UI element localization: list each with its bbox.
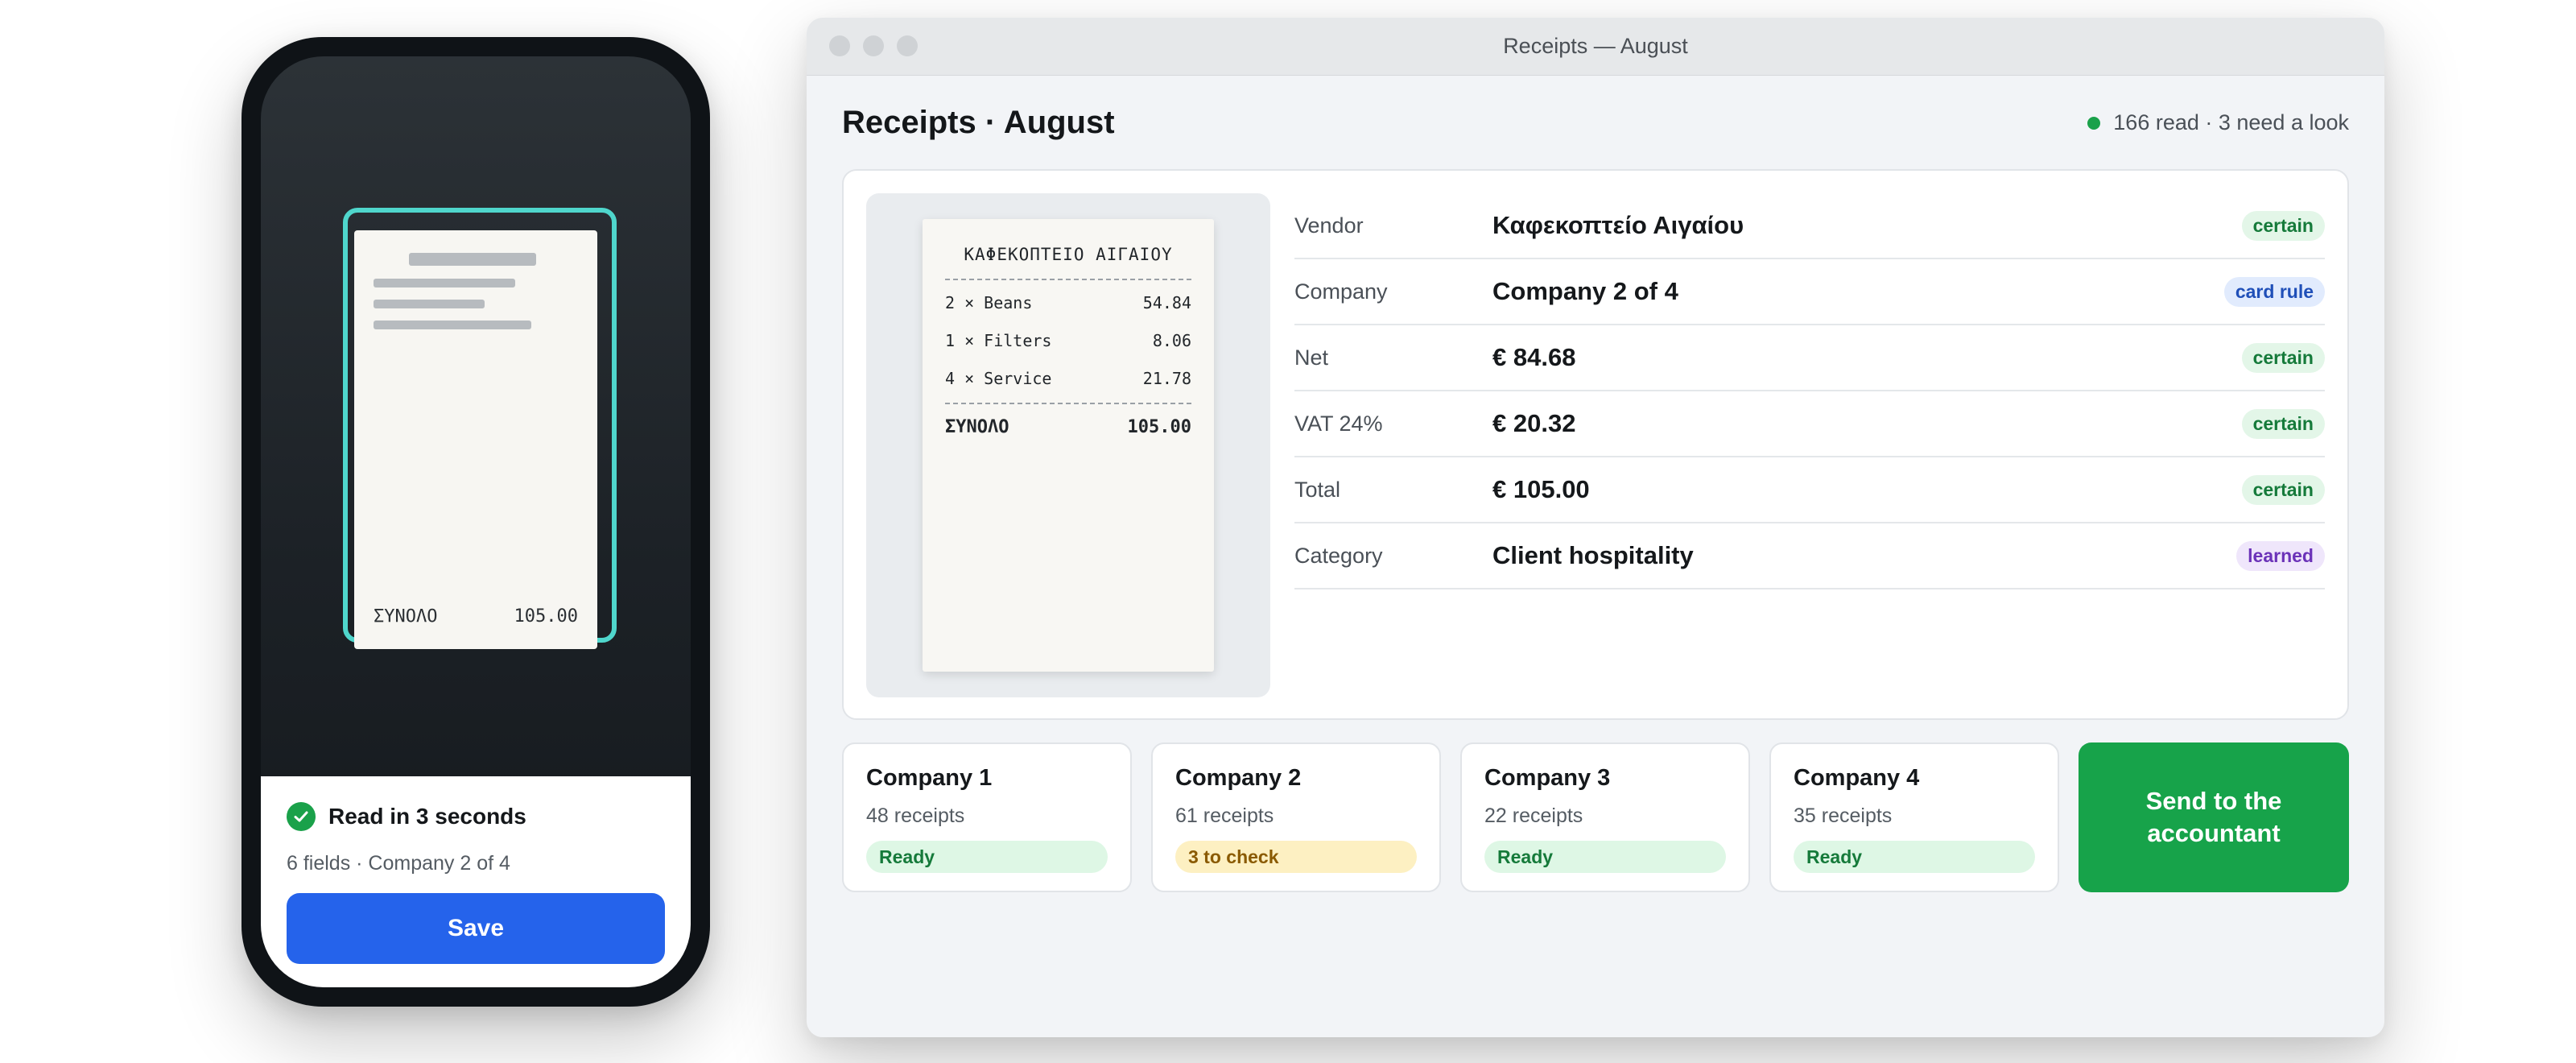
field-label: VAT 24% <box>1294 411 1383 436</box>
receipt-line-item: 4 × Service <box>945 369 1052 388</box>
company-card-4[interactable]: Company 4 35 receipts Ready <box>1769 742 2059 892</box>
field-label: Net <box>1294 345 1329 370</box>
read-status-subtitle: 6 fields · Company 2 of 4 <box>287 852 510 875</box>
maximize-window-button[interactable] <box>897 35 918 56</box>
company-receipt-count: 22 receipts <box>1484 804 1583 827</box>
field-value: € 20.32 <box>1492 409 1576 437</box>
scanned-receipt: ΣΥΝΟΛΟ 105.00 <box>354 230 597 649</box>
receipt-vendor: ΚΑΦΕΚΟΠΤΕΙΟ ΑΙΓΑΙΟΥ <box>964 245 1173 264</box>
page-header: Receipts · August 166 read · 3 need a lo… <box>842 105 2349 141</box>
phone-screen: ΣΥΝΟΛΟ 105.00 Read in 3 seconds 6 fields… <box>261 56 691 987</box>
receipt-text-line <box>374 321 531 329</box>
receipts-window: Receipts — August Receipts · August 166 … <box>807 18 2384 1037</box>
company-status-badge: 3 to check <box>1175 841 1417 873</box>
company-name: Company 2 <box>1175 765 1302 791</box>
confidence-tag: certain <box>2241 342 2325 373</box>
confidence-tag: certain <box>2241 474 2325 505</box>
read-summary-text: 166 read · 3 need a look <box>2113 110 2349 134</box>
save-button[interactable]: Save <box>287 893 665 964</box>
minimize-window-button[interactable] <box>863 35 884 56</box>
extracted-fields: Vendor Καφεκοπτείο Αιγαίου certain Compa… <box>1294 193 2325 589</box>
field-label: Category <box>1294 543 1383 568</box>
field-value: Καφεκοπτείο Αιγαίου <box>1492 211 1744 239</box>
company-name: Company 1 <box>866 765 993 791</box>
window-titlebar: Receipts — August <box>807 18 2384 76</box>
send-to-accountant-button[interactable]: Send to the accountant <box>2079 742 2349 892</box>
field-value: Client hospitality <box>1492 541 1694 569</box>
receipt-divider <box>945 403 1191 404</box>
confidence-tag: certain <box>2241 408 2325 439</box>
receipt-total: ΣΥΝΟΛΟ 105.00 <box>945 417 1191 437</box>
scanned-receipt-total: ΣΥΝΟΛΟ 105.00 <box>374 606 578 627</box>
receipt-text-line <box>374 279 515 287</box>
field-value: € 105.00 <box>1492 475 1590 503</box>
company-status-badge: Ready <box>866 841 1108 873</box>
receipt-lines: 2 × Beans 54.84 1 × Filters 8.06 4 × Ser… <box>945 293 1191 388</box>
window-title: Receipts — August <box>1503 34 1688 58</box>
field-label: Company <box>1294 279 1388 304</box>
company-receipt-count: 35 receipts <box>1794 804 1893 827</box>
receipt-divider <box>945 279 1191 280</box>
receipt-line: 2 × Beans 54.84 <box>945 293 1191 312</box>
field-value: € 84.68 <box>1492 343 1576 371</box>
company-name: Company 4 <box>1794 765 1920 791</box>
close-window-button[interactable] <box>829 35 850 56</box>
scanned-total-value: 105.00 <box>514 606 578 627</box>
company-status-badge: Ready <box>1484 841 1726 873</box>
receipt-detail-card: ΚΑΦΕΚΟΠΤΕΙΟ ΑΙΓΑΙΟΥ 2 × Beans 54.84 1 × … <box>842 169 2349 720</box>
receipt-line: 4 × Service 21.78 <box>945 369 1191 388</box>
field-row-category[interactable]: Category Client hospitality learned <box>1294 523 2325 589</box>
receipt-line-amount: 54.84 <box>1142 293 1191 312</box>
receipt-total-value: 105.00 <box>1127 417 1191 437</box>
phone-mockup: ΣΥΝΟΛΟ 105.00 Read in 3 seconds 6 fields… <box>242 37 710 1007</box>
read-status-title: Read in 3 seconds <box>328 804 526 829</box>
page-title: Receipts · August <box>842 105 1115 140</box>
company-card-3[interactable]: Company 3 22 receipts Ready <box>1460 742 1750 892</box>
receipt-line-amount: 8.06 <box>1152 331 1191 350</box>
scanned-total-label: ΣΥΝΟΛΟ <box>374 606 438 627</box>
company-status-badge: Ready <box>1794 841 2035 873</box>
field-row-total[interactable]: Total € 105.00 certain <box>1294 457 2325 523</box>
company-card-2[interactable]: Company 2 61 receipts 3 to check <box>1151 742 1441 892</box>
field-value: Company 2 of 4 <box>1492 277 1678 305</box>
company-receipt-count: 48 receipts <box>866 804 965 827</box>
check-circle-icon <box>287 802 316 831</box>
field-label: Vendor <box>1294 213 1364 238</box>
result-sheet: Read in 3 seconds 6 fields · Company 2 o… <box>261 776 691 987</box>
company-name: Company 3 <box>1484 765 1611 791</box>
confidence-tag: certain <box>2241 210 2325 241</box>
receipt-line-item: 2 × Beans <box>945 293 1033 312</box>
receipt-line-amount: 21.78 <box>1142 369 1191 388</box>
company-card-1[interactable]: Company 1 48 receipts Ready <box>842 742 1132 892</box>
receipt-line: 1 × Filters 8.06 <box>945 331 1191 350</box>
field-label: Total <box>1294 477 1341 502</box>
receipt-total-label: ΣΥΝΟΛΟ <box>945 417 1009 437</box>
confidence-tag: learned <box>2236 540 2325 571</box>
read-summary: 166 read · 3 need a look <box>2087 110 2349 135</box>
confidence-tag: card rule <box>2223 276 2325 307</box>
field-row-vat[interactable]: VAT 24% € 20.32 certain <box>1294 391 2325 457</box>
receipt-header-line <box>409 253 536 266</box>
field-row-vendor[interactable]: Vendor Καφεκοπτείο Αιγαίου certain <box>1294 193 2325 259</box>
receipt-image: ΚΑΦΕΚΟΠΤΕΙΟ ΑΙΓΑΙΟΥ 2 × Beans 54.84 1 × … <box>923 219 1214 672</box>
status-dot-icon <box>2087 116 2101 130</box>
field-row-company[interactable]: Company Company 2 of 4 card rule <box>1294 259 2325 325</box>
receipt-text-line <box>374 300 485 308</box>
receipt-line-item: 1 × Filters <box>945 331 1052 350</box>
company-receipt-count: 61 receipts <box>1175 804 1274 827</box>
receipt-preview: ΚΑΦΕΚΟΠΤΕΙΟ ΑΙΓΑΙΟΥ 2 × Beans 54.84 1 × … <box>866 193 1270 697</box>
read-status: Read in 3 seconds <box>287 802 665 831</box>
company-summary-row: Company 1 48 receipts Ready Company 2 61… <box>842 742 2349 892</box>
window-controls <box>829 35 918 56</box>
field-row-net[interactable]: Net € 84.68 certain <box>1294 325 2325 391</box>
